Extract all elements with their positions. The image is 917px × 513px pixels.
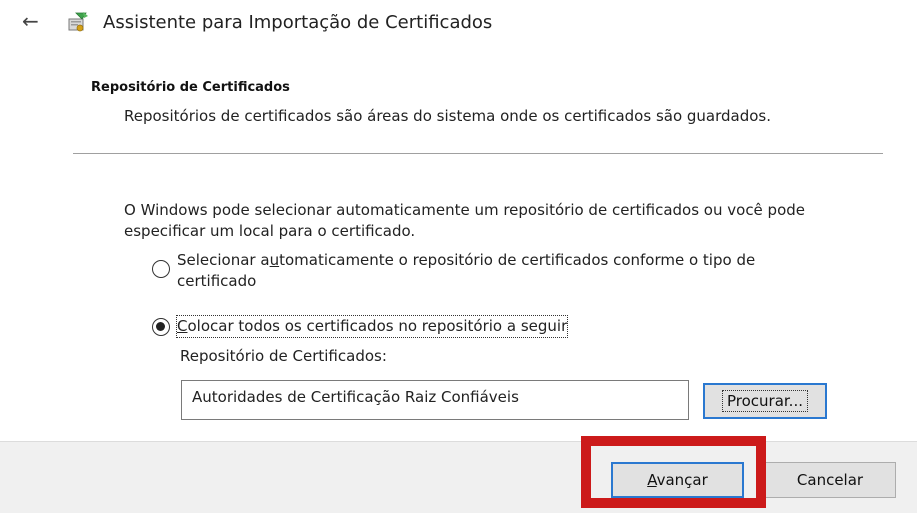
- browse-button[interactable]: Procurar...: [703, 383, 827, 419]
- auto-select-label: Selecionar automaticamente o repositório…: [177, 251, 756, 290]
- next-button-label: Avançar: [647, 471, 708, 489]
- auto-select-option[interactable]: Selecionar automaticamente o repositório…: [152, 250, 817, 292]
- cancel-button[interactable]: Cancelar: [764, 462, 896, 498]
- manual-store-radio[interactable]: [152, 318, 170, 336]
- store-label: Repositório de Certificados:: [180, 347, 387, 365]
- manual-store-option[interactable]: Colocar todos os certificados no reposit…: [152, 308, 569, 338]
- certificate-wizard-icon: [66, 10, 90, 34]
- title-bar: ← Assistente para Importação de Certific…: [0, 0, 917, 52]
- manual-store-label: Colocar todos os certificados no reposit…: [175, 315, 569, 338]
- intro-text: O Windows pode selecionar automaticament…: [124, 201, 806, 240]
- certificate-store-field[interactable]: Autoridades de Certificação Raiz Confiáv…: [181, 380, 689, 420]
- browse-button-label: Procurar...: [721, 390, 808, 412]
- section-heading: Repositório de Certificados: [91, 80, 290, 95]
- divider: [73, 153, 883, 154]
- section-description: Repositórios de certificados são áreas d…: [124, 107, 772, 125]
- certificate-import-wizard: ← Assistente para Importação de Certific…: [0, 0, 917, 513]
- window-title: Assistente para Importação de Certificad…: [103, 12, 493, 33]
- auto-select-radio[interactable]: [152, 260, 170, 278]
- next-button[interactable]: Avançar: [611, 462, 744, 498]
- back-arrow-icon[interactable]: ←: [22, 10, 44, 32]
